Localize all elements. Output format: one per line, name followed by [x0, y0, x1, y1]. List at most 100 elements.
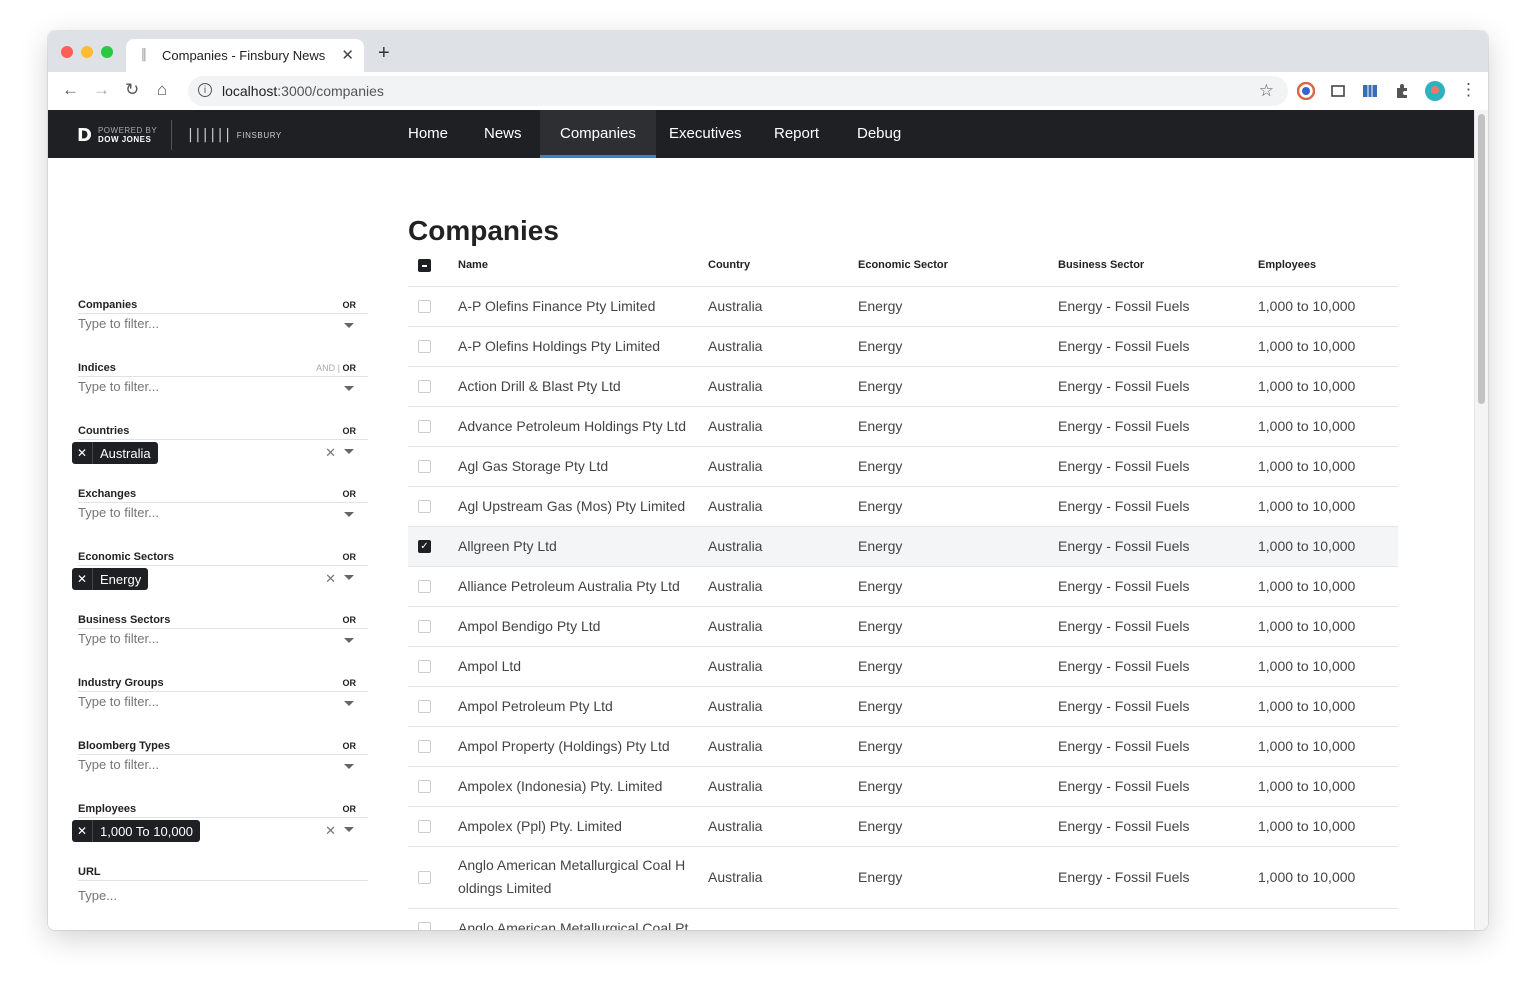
scrollbar-thumb[interactable] — [1478, 114, 1485, 404]
nav-report[interactable]: Report — [754, 110, 839, 158]
column-header-economic-sector[interactable]: Economic Sector — [858, 259, 948, 271]
chevron-down-icon[interactable] — [344, 764, 354, 769]
column-header-name[interactable]: Name — [458, 259, 488, 271]
table-row[interactable]: ✓ Allgreen Pty Ltd Australia Energy Energy -… — [408, 527, 1398, 567]
row-checkbox[interactable] — [418, 820, 431, 833]
table-row[interactable]: Ampolex (Indonesia) Pty. Limited Australi… — [408, 767, 1398, 807]
url-filter-input[interactable] — [78, 888, 318, 903]
close-window-button[interactable] — [61, 46, 73, 58]
clear-icon[interactable]: ✕ — [325, 445, 336, 461]
forward-icon[interactable]: → — [93, 80, 110, 100]
new-tab-button[interactable]: + — [378, 43, 390, 63]
reload-icon[interactable]: ↻ — [125, 80, 139, 100]
row-checkbox[interactable] — [418, 340, 431, 353]
remove-chip-icon[interactable]: ✕ — [72, 820, 93, 842]
table-row[interactable]: Ampol Property (Holdings) Pty Ltd Austral… — [408, 727, 1398, 767]
back-icon[interactable]: ← — [62, 80, 79, 100]
puzzle-extensions-icon[interactable] — [1393, 82, 1411, 100]
industry-groups-filter-input[interactable] — [78, 694, 318, 709]
company-name-link[interactable]: Agl Gas Storage Pty Ltd — [458, 458, 608, 474]
company-name-link[interactable]: Ampolex (Ppl) Pty. Limited — [458, 818, 622, 834]
row-checkbox[interactable] — [418, 871, 431, 884]
screenshot-extension-icon[interactable] — [1329, 82, 1347, 100]
table-row[interactable]: Anglo American Metallurgical Coal H oldin… — [408, 847, 1398, 909]
company-name-link[interactable]: Ampol Bendigo Pty Ltd — [458, 618, 600, 634]
companies-filter-input[interactable] — [78, 316, 318, 331]
row-checkbox[interactable] — [418, 620, 431, 633]
tab-close-icon[interactable]: ✕ — [341, 46, 354, 64]
chevron-down-icon[interactable] — [344, 323, 354, 328]
company-name-link[interactable]: Agl Upstream Gas (Mos) Pty Limited — [458, 498, 685, 514]
company-name-link[interactable]: Anglo American Metallurgical Coal Pt — [458, 920, 688, 930]
company-name-link[interactable]: Ampol Petroleum Pty Ltd — [458, 698, 613, 714]
remove-chip-icon[interactable]: ✕ — [72, 442, 93, 464]
nav-executives[interactable]: Executives — [649, 110, 762, 158]
row-checkbox[interactable] — [418, 922, 431, 930]
browser-menu-icon[interactable]: ⋮ — [1460, 80, 1477, 100]
chevron-down-icon[interactable] — [344, 512, 354, 517]
nav-home[interactable]: Home — [388, 110, 468, 158]
company-name-link[interactable]: Action Drill & Blast Pty Ltd — [458, 378, 621, 394]
company-name-link[interactable]: oldings Limited — [458, 880, 551, 896]
company-name-link[interactable]: Advance Petroleum Holdings Pty Ltd — [458, 418, 686, 434]
indices-filter-input[interactable] — [78, 379, 318, 394]
company-name-link[interactable]: A-P Olefins Finance Pty Limited — [458, 298, 655, 314]
column-header-employees[interactable]: Employees — [1258, 259, 1316, 271]
chevron-down-icon[interactable] — [344, 575, 354, 580]
table-row[interactable]: Alliance Petroleum Australia Pty Ltd Aust… — [408, 567, 1398, 607]
table-row[interactable]: Anglo American Metallurgical Coal Pt — [408, 909, 1398, 930]
address-bar[interactable]: i localhost:3000/companies ☆ — [188, 76, 1288, 106]
browser-tab[interactable]: ║ Companies - Finsbury News ✕ — [126, 39, 364, 72]
row-checkbox[interactable]: ✓ — [418, 540, 431, 553]
app-logo[interactable]: D POWERED BY DOW JONES |||||| FINSBURY — [77, 120, 282, 150]
column-header-business-sector[interactable]: Business Sector — [1058, 259, 1144, 271]
table-row[interactable]: Ampol Petroleum Pty Ltd Australia Energy En… — [408, 687, 1398, 727]
chevron-down-icon[interactable] — [344, 386, 354, 391]
row-checkbox[interactable] — [418, 580, 431, 593]
company-name-link[interactable]: Alliance Petroleum Australia Pty Ltd — [458, 578, 680, 594]
table-row[interactable]: A-P Olefins Holdings Pty Limited Australi… — [408, 327, 1398, 367]
bookmark-star-icon[interactable]: ☆ — [1259, 81, 1274, 101]
filter-operator-toggle[interactable]: OR — [343, 426, 357, 436]
row-checkbox[interactable] — [418, 300, 431, 313]
exchanges-filter-input[interactable] — [78, 505, 318, 520]
clear-icon[interactable]: ✕ — [325, 571, 336, 587]
filter-operator-toggle[interactable]: AND | OR — [316, 363, 356, 373]
row-checkbox[interactable] — [418, 420, 431, 433]
company-name-link[interactable]: Ampol Property (Holdings) Pty Ltd — [458, 738, 670, 754]
home-icon[interactable]: ⌂ — [157, 80, 167, 100]
business-sectors-filter-input[interactable] — [78, 631, 318, 646]
table-row[interactable]: Action Drill & Blast Pty Ltd Australia Ene… — [408, 367, 1398, 407]
filter-operator-toggle[interactable]: OR — [343, 678, 357, 688]
row-checkbox[interactable] — [418, 500, 431, 513]
color-extension-icon[interactable] — [1297, 82, 1315, 100]
chevron-down-icon[interactable] — [344, 827, 354, 832]
filter-operator-toggle[interactable]: OR — [343, 300, 357, 310]
columns-extension-icon[interactable] — [1361, 82, 1379, 100]
table-row[interactable]: A-P Olefins Finance Pty Limited Australia… — [408, 287, 1398, 327]
table-row[interactable]: Ampolex (Ppl) Pty. Limited Australia Energ… — [408, 807, 1398, 847]
filter-operator-toggle[interactable]: OR — [343, 489, 357, 499]
row-checkbox[interactable] — [418, 660, 431, 673]
maximize-window-button[interactable] — [101, 46, 113, 58]
row-checkbox[interactable] — [418, 740, 431, 753]
table-row[interactable]: Agl Upstream Gas (Mos) Pty Limited Austra… — [408, 487, 1398, 527]
row-checkbox[interactable] — [418, 780, 431, 793]
bloomberg-types-filter-input[interactable] — [78, 757, 318, 772]
nav-companies[interactable]: Companies — [540, 110, 656, 158]
filter-operator-toggle[interactable]: OR — [343, 804, 357, 814]
nav-news[interactable]: News — [464, 110, 542, 158]
profile-avatar[interactable] — [1425, 81, 1445, 101]
company-name-link[interactable]: A-P Olefins Holdings Pty Limited — [458, 338, 660, 354]
select-all-checkbox[interactable] — [418, 259, 431, 272]
company-name-link[interactable]: Allgreen Pty Ltd — [458, 538, 557, 554]
chevron-down-icon[interactable] — [344, 701, 354, 706]
minimize-window-button[interactable] — [81, 46, 93, 58]
filter-operator-toggle[interactable]: OR — [343, 741, 357, 751]
filter-operator-toggle[interactable]: OR — [343, 615, 357, 625]
table-row[interactable]: Ampol Bendigo Pty Ltd Australia Energy Ener… — [408, 607, 1398, 647]
company-name-link[interactable]: Anglo American Metallurgical Coal H — [458, 857, 685, 873]
clear-icon[interactable]: ✕ — [325, 823, 336, 839]
table-row[interactable]: Ampol Ltd Australia Energy Energy - Fossil … — [408, 647, 1398, 687]
column-header-country[interactable]: Country — [708, 259, 750, 271]
